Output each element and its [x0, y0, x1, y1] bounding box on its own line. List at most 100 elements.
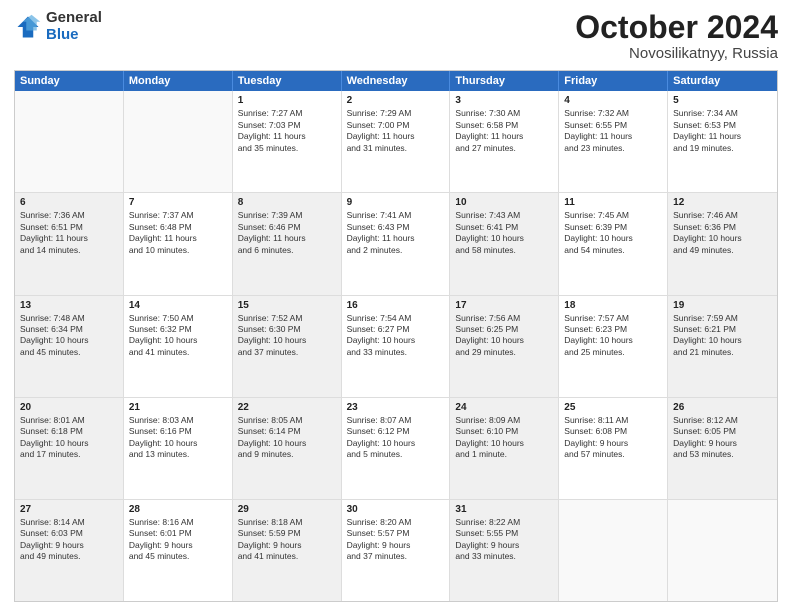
- cal-cell-r1-c6: 12Sunrise: 7:46 AMSunset: 6:36 PMDayligh…: [668, 193, 777, 294]
- cal-row-2: 13Sunrise: 7:48 AMSunset: 6:34 PMDayligh…: [15, 295, 777, 397]
- cal-cell-r4-c1: 28Sunrise: 8:16 AMSunset: 6:01 PMDayligh…: [124, 500, 233, 601]
- day-num-8: 8: [238, 196, 336, 209]
- cal-cell-r3-c2: 22Sunrise: 8:05 AMSunset: 6:14 PMDayligh…: [233, 398, 342, 499]
- day-num-23: 23: [347, 401, 445, 414]
- cell-text-r0-c6: Sunrise: 7:34 AMSunset: 6:53 PMDaylight:…: [673, 108, 772, 154]
- cell-text-r4-c3: Sunrise: 8:20 AMSunset: 5:57 PMDaylight:…: [347, 517, 445, 563]
- title-location: Novosilikatnyy, Russia: [575, 45, 778, 62]
- header-sunday: Sunday: [15, 71, 124, 91]
- cal-cell-r4-c5: [559, 500, 668, 601]
- header: General Blue October 2024 Novosilikatnyy…: [14, 10, 778, 62]
- day-num-7: 7: [129, 196, 227, 209]
- cell-text-r1-c4: Sunrise: 7:43 AMSunset: 6:41 PMDaylight:…: [455, 210, 553, 256]
- logo-general-text: General: [46, 10, 102, 27]
- cal-cell-r1-c5: 11Sunrise: 7:45 AMSunset: 6:39 PMDayligh…: [559, 193, 668, 294]
- page: General Blue October 2024 Novosilikatnyy…: [0, 0, 792, 612]
- cell-text-r3-c4: Sunrise: 8:09 AMSunset: 6:10 PMDaylight:…: [455, 415, 553, 461]
- cell-text-r0-c2: Sunrise: 7:27 AMSunset: 7:03 PMDaylight:…: [238, 108, 336, 154]
- cal-row-1: 6Sunrise: 7:36 AMSunset: 6:51 PMDaylight…: [15, 192, 777, 294]
- day-num-13: 13: [20, 299, 118, 312]
- cell-text-r2-c0: Sunrise: 7:48 AMSunset: 6:34 PMDaylight:…: [20, 313, 118, 359]
- cal-cell-r2-c6: 19Sunrise: 7:59 AMSunset: 6:21 PMDayligh…: [668, 296, 777, 397]
- cal-cell-r3-c5: 25Sunrise: 8:11 AMSunset: 6:08 PMDayligh…: [559, 398, 668, 499]
- cell-text-r2-c3: Sunrise: 7:54 AMSunset: 6:27 PMDaylight:…: [347, 313, 445, 359]
- cal-cell-r3-c4: 24Sunrise: 8:09 AMSunset: 6:10 PMDayligh…: [450, 398, 559, 499]
- day-num-30: 30: [347, 503, 445, 516]
- cell-text-r4-c0: Sunrise: 8:14 AMSunset: 6:03 PMDaylight:…: [20, 517, 118, 563]
- cell-text-r2-c4: Sunrise: 7:56 AMSunset: 6:25 PMDaylight:…: [455, 313, 553, 359]
- cal-row-3: 20Sunrise: 8:01 AMSunset: 6:18 PMDayligh…: [15, 397, 777, 499]
- cal-cell-r0-c1: [124, 91, 233, 192]
- day-num-1: 1: [238, 94, 336, 107]
- day-num-20: 20: [20, 401, 118, 414]
- day-num-25: 25: [564, 401, 662, 414]
- cell-text-r3-c5: Sunrise: 8:11 AMSunset: 6:08 PMDaylight:…: [564, 415, 662, 461]
- cell-text-r1-c6: Sunrise: 7:46 AMSunset: 6:36 PMDaylight:…: [673, 210, 772, 256]
- cal-cell-r2-c4: 17Sunrise: 7:56 AMSunset: 6:25 PMDayligh…: [450, 296, 559, 397]
- cal-cell-r2-c0: 13Sunrise: 7:48 AMSunset: 6:34 PMDayligh…: [15, 296, 124, 397]
- cal-row-0: 1Sunrise: 7:27 AMSunset: 7:03 PMDaylight…: [15, 91, 777, 192]
- day-num-16: 16: [347, 299, 445, 312]
- title-block: October 2024 Novosilikatnyy, Russia: [575, 10, 778, 62]
- header-tuesday: Tuesday: [233, 71, 342, 91]
- day-num-4: 4: [564, 94, 662, 107]
- cal-cell-r4-c2: 29Sunrise: 8:18 AMSunset: 5:59 PMDayligh…: [233, 500, 342, 601]
- cal-cell-r3-c3: 23Sunrise: 8:07 AMSunset: 6:12 PMDayligh…: [342, 398, 451, 499]
- day-num-24: 24: [455, 401, 553, 414]
- header-friday: Friday: [559, 71, 668, 91]
- cal-cell-r0-c5: 4Sunrise: 7:32 AMSunset: 6:55 PMDaylight…: [559, 91, 668, 192]
- cell-text-r0-c3: Sunrise: 7:29 AMSunset: 7:00 PMDaylight:…: [347, 108, 445, 154]
- cell-text-r1-c5: Sunrise: 7:45 AMSunset: 6:39 PMDaylight:…: [564, 210, 662, 256]
- cell-text-r1-c0: Sunrise: 7:36 AMSunset: 6:51 PMDaylight:…: [20, 210, 118, 256]
- cal-cell-r1-c3: 9Sunrise: 7:41 AMSunset: 6:43 PMDaylight…: [342, 193, 451, 294]
- logo-text: General Blue: [46, 10, 102, 43]
- cell-text-r1-c1: Sunrise: 7:37 AMSunset: 6:48 PMDaylight:…: [129, 210, 227, 256]
- cal-cell-r2-c1: 14Sunrise: 7:50 AMSunset: 6:32 PMDayligh…: [124, 296, 233, 397]
- logo: General Blue: [14, 10, 102, 43]
- cal-cell-r4-c3: 30Sunrise: 8:20 AMSunset: 5:57 PMDayligh…: [342, 500, 451, 601]
- cell-text-r0-c4: Sunrise: 7:30 AMSunset: 6:58 PMDaylight:…: [455, 108, 553, 154]
- day-num-14: 14: [129, 299, 227, 312]
- cal-cell-r4-c0: 27Sunrise: 8:14 AMSunset: 6:03 PMDayligh…: [15, 500, 124, 601]
- cal-row-4: 27Sunrise: 8:14 AMSunset: 6:03 PMDayligh…: [15, 499, 777, 601]
- logo-blue-text: Blue: [46, 27, 102, 44]
- day-num-29: 29: [238, 503, 336, 516]
- cell-text-r4-c4: Sunrise: 8:22 AMSunset: 5:55 PMDaylight:…: [455, 517, 553, 563]
- cal-cell-r0-c6: 5Sunrise: 7:34 AMSunset: 6:53 PMDaylight…: [668, 91, 777, 192]
- cal-cell-r0-c3: 2Sunrise: 7:29 AMSunset: 7:00 PMDaylight…: [342, 91, 451, 192]
- day-num-27: 27: [20, 503, 118, 516]
- title-month: October 2024: [575, 10, 778, 45]
- header-wednesday: Wednesday: [342, 71, 451, 91]
- cell-text-r0-c5: Sunrise: 7:32 AMSunset: 6:55 PMDaylight:…: [564, 108, 662, 154]
- day-num-5: 5: [673, 94, 772, 107]
- day-num-6: 6: [20, 196, 118, 209]
- day-num-11: 11: [564, 196, 662, 209]
- cell-text-r1-c3: Sunrise: 7:41 AMSunset: 6:43 PMDaylight:…: [347, 210, 445, 256]
- calendar-body: 1Sunrise: 7:27 AMSunset: 7:03 PMDaylight…: [15, 91, 777, 601]
- day-num-31: 31: [455, 503, 553, 516]
- day-num-26: 26: [673, 401, 772, 414]
- cal-cell-r0-c2: 1Sunrise: 7:27 AMSunset: 7:03 PMDaylight…: [233, 91, 342, 192]
- cell-text-r2-c5: Sunrise: 7:57 AMSunset: 6:23 PMDaylight:…: [564, 313, 662, 359]
- day-num-15: 15: [238, 299, 336, 312]
- day-num-12: 12: [673, 196, 772, 209]
- cal-cell-r2-c5: 18Sunrise: 7:57 AMSunset: 6:23 PMDayligh…: [559, 296, 668, 397]
- day-num-2: 2: [347, 94, 445, 107]
- cell-text-r3-c6: Sunrise: 8:12 AMSunset: 6:05 PMDaylight:…: [673, 415, 772, 461]
- cell-text-r3-c2: Sunrise: 8:05 AMSunset: 6:14 PMDaylight:…: [238, 415, 336, 461]
- cal-cell-r1-c4: 10Sunrise: 7:43 AMSunset: 6:41 PMDayligh…: [450, 193, 559, 294]
- cell-text-r2-c6: Sunrise: 7:59 AMSunset: 6:21 PMDaylight:…: [673, 313, 772, 359]
- cal-cell-r4-c4: 31Sunrise: 8:22 AMSunset: 5:55 PMDayligh…: [450, 500, 559, 601]
- cell-text-r1-c2: Sunrise: 7:39 AMSunset: 6:46 PMDaylight:…: [238, 210, 336, 256]
- day-num-3: 3: [455, 94, 553, 107]
- cal-cell-r1-c1: 7Sunrise: 7:37 AMSunset: 6:48 PMDaylight…: [124, 193, 233, 294]
- calendar-header: Sunday Monday Tuesday Wednesday Thursday…: [15, 71, 777, 91]
- logo-icon: [14, 13, 42, 41]
- cell-text-r4-c1: Sunrise: 8:16 AMSunset: 6:01 PMDaylight:…: [129, 517, 227, 563]
- header-monday: Monday: [124, 71, 233, 91]
- cal-cell-r0-c0: [15, 91, 124, 192]
- cal-cell-r4-c6: [668, 500, 777, 601]
- cal-cell-r3-c0: 20Sunrise: 8:01 AMSunset: 6:18 PMDayligh…: [15, 398, 124, 499]
- day-num-21: 21: [129, 401, 227, 414]
- header-thursday: Thursday: [450, 71, 559, 91]
